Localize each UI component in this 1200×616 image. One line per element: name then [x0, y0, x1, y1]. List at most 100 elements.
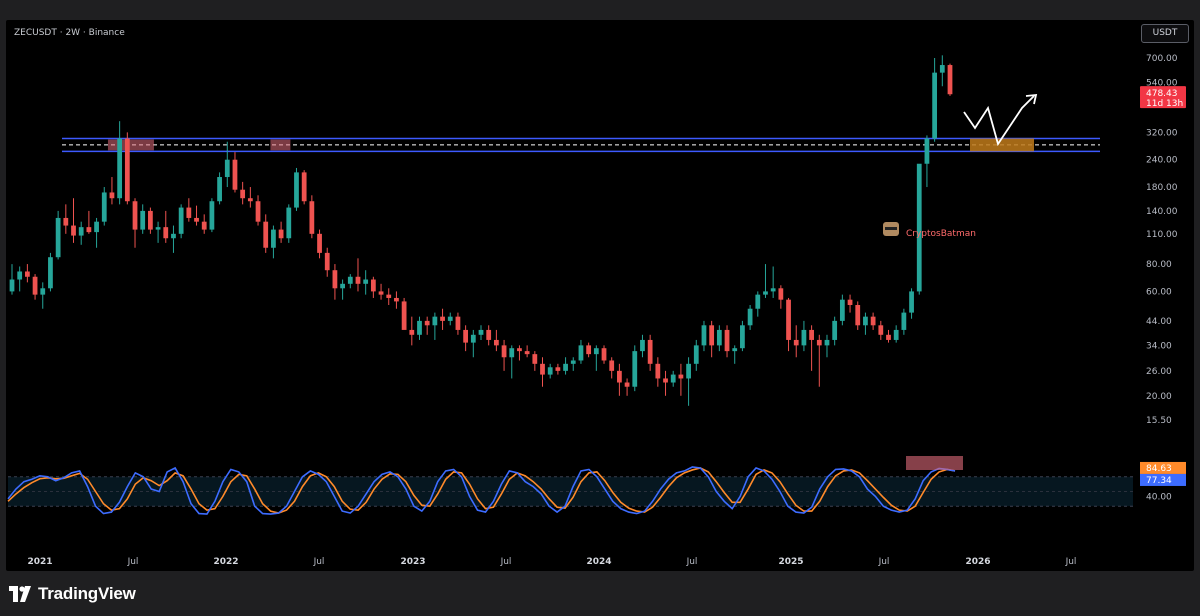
candle-body: [563, 363, 568, 371]
candle-body: [647, 339, 653, 364]
candle-body: [478, 329, 484, 335]
candle-body: [470, 334, 476, 343]
candle-body: [509, 348, 515, 358]
candle-body: [424, 320, 430, 326]
symbol-label: ZECUSDT · 2W · Binance: [14, 28, 125, 38]
stoch-k-value: 84.63: [1146, 464, 1172, 474]
candle-body: [201, 221, 207, 230]
candle-body: [386, 294, 392, 298]
candle-body: [586, 345, 592, 355]
candle-body: [493, 339, 499, 346]
candle-body: [793, 339, 799, 346]
chart-canvas[interactable]: CryptosBatman700.00540.00320.00240.00180…: [0, 0, 1200, 616]
candle-body: [32, 276, 38, 295]
tradingview-logo-icon: [9, 586, 31, 602]
price-axis-tick: 110.00: [1146, 230, 1178, 240]
candle-body: [217, 177, 222, 202]
candle-body: [632, 351, 638, 387]
candle-body: [271, 229, 276, 248]
candle-body: [601, 348, 607, 361]
candle-body: [755, 294, 761, 309]
candle-body: [732, 348, 738, 352]
candle-countdown: 11d 13h: [1146, 99, 1183, 109]
candle-body: [716, 329, 722, 346]
stoch-overbought-box: [906, 456, 963, 470]
price-axis-tick: 180.00: [1146, 183, 1178, 193]
candle-body: [693, 345, 699, 364]
candle-body: [670, 374, 676, 383]
candle-body: [486, 329, 492, 340]
candle-body: [332, 270, 338, 289]
candle-body: [839, 299, 845, 321]
candle-body: [401, 301, 407, 330]
candle-body: [440, 316, 445, 321]
watermark-label: CryptosBatman: [906, 229, 976, 239]
candle-body: [48, 257, 53, 289]
price-axis-tick: 44.00: [1146, 317, 1172, 327]
candle-body: [347, 276, 353, 284]
candle-body: [686, 363, 691, 379]
candle-body: [939, 65, 945, 73]
candle-body: [709, 325, 715, 346]
candle-body: [17, 271, 23, 280]
candle-body: [63, 217, 69, 226]
candle-body: [824, 339, 830, 346]
candle-body: [124, 138, 130, 202]
stoch-d-value: 77.34: [1146, 476, 1172, 486]
candle-body: [863, 316, 868, 326]
candle-body: [324, 252, 330, 271]
price-axis-tick: 20.00: [1146, 392, 1172, 402]
candle-body: [517, 348, 522, 352]
candle-body: [740, 325, 745, 349]
candle-body: [886, 334, 891, 340]
candle-body: [340, 283, 345, 289]
candle-body: [186, 207, 192, 218]
candles-group: [9, 55, 953, 406]
candle-body: [163, 227, 169, 239]
retest-zone-box: [970, 138, 1034, 152]
candle-body: [909, 291, 914, 313]
currency-selector[interactable]: USDT: [1141, 24, 1189, 43]
candle-body: [724, 329, 730, 352]
brand-footer: TradingView: [8, 583, 136, 605]
candle-body: [55, 217, 61, 258]
candle-body: [801, 329, 807, 346]
candle-body: [363, 279, 369, 284]
candle-body: [901, 312, 907, 330]
candle-body: [540, 363, 545, 375]
candle-body: [701, 325, 707, 346]
candle-body: [194, 217, 199, 222]
candle-body: [532, 354, 538, 364]
candle-body: [155, 227, 161, 230]
time-axis-tick: Jul: [500, 557, 512, 567]
candle-body: [9, 279, 15, 292]
price-axis-tick: 140.00: [1146, 207, 1178, 217]
candle-body: [878, 325, 884, 335]
candle-body: [617, 370, 622, 383]
candle-body: [294, 172, 299, 208]
time-axis-tick: Jul: [878, 557, 890, 567]
candle-body: [301, 172, 307, 202]
candle-body: [417, 320, 422, 335]
candle-body: [140, 210, 146, 230]
price-axis-tick: 60.00: [1146, 287, 1172, 297]
candle-body: [370, 279, 376, 292]
candle-body: [578, 345, 584, 361]
candle-body: [247, 198, 253, 202]
candle-body: [663, 378, 668, 383]
candle-body: [224, 159, 230, 178]
candle-body: [109, 192, 115, 199]
candle-body: [570, 360, 576, 364]
candle-body: [232, 159, 238, 190]
candle-body: [94, 221, 99, 233]
candle-body: [547, 367, 553, 375]
candle-body: [847, 299, 853, 306]
rejection-box-2: [270, 139, 291, 151]
candle-body: [86, 227, 92, 233]
time-axis-tick: 2021: [27, 557, 52, 567]
candle-body: [178, 207, 184, 234]
candle-body: [240, 189, 246, 199]
price-axis-tick: 26.00: [1146, 367, 1172, 377]
candle-body: [524, 351, 530, 355]
candle-body: [432, 316, 438, 326]
